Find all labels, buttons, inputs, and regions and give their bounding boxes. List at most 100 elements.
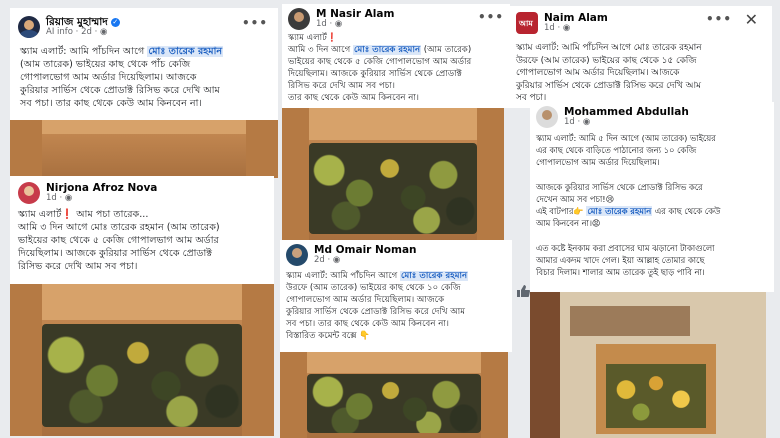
post-text-line: স্ক্যাম এলার্ট❗ আম পচা তারেক... <box>18 208 274 221</box>
post-header: রিয়াজ মুহাম্মাদ ✓ AI info · 2d · ◉ <box>18 16 120 38</box>
post-card-5: আম Naim Alam 1d · ◉ ••• ✕ স্ক্যাম এলার্ট… <box>510 6 772 108</box>
post-text: স্ক্যাম এলার্ট: আমি পাঁচদিন আগে মোঃ তারে… <box>286 270 512 342</box>
avatar[interactable] <box>286 244 308 266</box>
avatar[interactable] <box>536 106 558 128</box>
text-segment: কুরিয়ার সার্ভিস থেকে প্রোডাক্ট রিসিভ কর… <box>516 80 701 91</box>
mention-link[interactable]: মোঃ তারেক রহমান <box>352 45 422 55</box>
post-text: স্ক্যাম এলার্ট: আমি পাঁচদিন আগে মোঃ তারে… <box>516 42 772 105</box>
globe-icon: ◉ <box>582 117 591 128</box>
globe-icon: ◉ <box>562 23 571 34</box>
text-segment: আমি ৩ দিন আগে মোঃ তারেক রহমান (আম তারেক) <box>18 222 220 233</box>
post-text-line: দিয়েছিলাম। আজকে কুরিয়ার সার্ভিস থেকে প… <box>288 68 510 80</box>
post-text-line: উরফে (আম তারেক) ভাইয়ের কাছ থেকে ১০ কেজি <box>286 282 512 294</box>
post-text-line: ভাইয়ের কাছ থেকে ৫ কেজি গোপালভোগ আম অর্ড… <box>288 56 510 68</box>
post-source[interactable]: AI info <box>46 27 73 37</box>
text-segment: গোপালভোগ আম অর্ডার দিয়েছিলাম। আজকে <box>286 295 445 305</box>
avatar[interactable] <box>18 16 40 38</box>
text-segment: (আম তারেক) ভাইয়ের কাছ থেকে পাঁচ কেজি <box>20 59 191 70</box>
post-text: স্ক্যাম এলার্ট❗ আম পচা তারেক... আমি ৩ দিন… <box>18 208 274 273</box>
post-text-line: স্ক্যাম এলার্ট: আমি পাঁচদিন আগে মোঃ তারে… <box>20 45 276 58</box>
text-segment: স্ক্যাম এলার্ট❗ আম পচা তারেক... <box>18 209 149 220</box>
mention-link[interactable]: মোঃ তারেক রহমান <box>400 271 469 281</box>
text-segment: গোপালভোগ আম অর্ডার দিয়েছিলাম। আজকে <box>20 72 197 83</box>
post-text-line: এত কষ্টে ইনকাম করা প্রবাসের ঘাম ঝড়ানো ট… <box>536 242 774 254</box>
post-text-line: বিস্তারিত কমেন্ট বক্সে 👇 <box>286 330 512 342</box>
text-segment: গোপালভোগ আম অর্ডার দিয়েছিলাম। <box>536 157 660 168</box>
post-text-line: আম কিনবেন না।😡 <box>536 217 774 229</box>
more-options-button[interactable]: ••• <box>706 12 732 26</box>
text-segment: উরফে (আম তারেক) ভাইয়ের কাছ থেকে ১০ কেজি <box>286 283 461 293</box>
text-segment: সব পচা। তার কাছ থেকে কেউ আম কিনবেন না। <box>20 98 202 109</box>
avatar[interactable] <box>18 182 40 204</box>
post-time[interactable]: 1d <box>544 23 555 33</box>
post-header: Md Omair Noman 2d · ◉ <box>286 244 417 266</box>
post-text-line: (আম তারেক) ভাইয়ের কাছ থেকে পাঁচ কেজি <box>20 58 276 71</box>
text-segment: স্ক্যাম এলার্ট: আমি ৫ দিন আগে (আম তারেক)… <box>536 133 716 143</box>
post-text: স্ক্যাম এলার্ট: আমি ৫ দিন আগে (আম তারেক)… <box>536 132 774 278</box>
post-text-line: রিসিভ করে দেখি আম সব পচা। <box>18 260 274 273</box>
text-segment: আম কিনবেন না।😡 <box>536 218 601 229</box>
text-segment: রিসিভ করে দেখি আম সব পচা। <box>288 81 395 91</box>
text-segment: এই বাটপার👉 <box>536 206 587 217</box>
post-time[interactable]: 1d <box>46 193 57 203</box>
post-text: স্ক্যাম এলার্ট❗ আমি ৩ দিন আগে মোঃ তারেক র… <box>288 32 510 104</box>
text-segment: ভাইয়ের কাছ থেকে ৫ কেজি গোপালভোগ আম অর্ড… <box>288 57 472 67</box>
post-text-line <box>536 230 774 242</box>
more-options-button[interactable]: ••• <box>478 10 504 24</box>
text-segment: এত কষ্টে ইনকাম করা প্রবাসের ঘাম ঝড়ানো ট… <box>536 242 715 253</box>
post-text-line: স্ক্যাম এলার্ট: আমি পাঁচদিন আগে মোঃ তারে… <box>286 270 512 282</box>
text-segment: আমি ৩ দিন আগে <box>288 45 353 55</box>
globe-icon: ◉ <box>334 19 343 30</box>
post-time[interactable]: 2d <box>314 255 325 265</box>
post-time[interactable]: 2d <box>81 27 92 37</box>
text-segment: আমার একদম খাদে গেল। ইয়া আল্লাহ তোমার কা… <box>536 255 705 266</box>
close-icon[interactable]: ✕ <box>745 10 758 29</box>
avatar[interactable]: আম <box>516 12 538 34</box>
post-text-line: গোপালভোগ আম অর্ডার দিয়েছিলাম। আজকে <box>20 71 276 84</box>
post-photo[interactable] <box>280 352 508 438</box>
post-time[interactable]: 1d <box>564 117 575 127</box>
post-text-line: আমি ৩ দিন আগে মোঃ তারেক রহমান (আম তারেক) <box>288 44 510 56</box>
mention-link[interactable]: মোঃ তারেক রহমান <box>147 46 224 57</box>
post-text-line: স্ক্যাম এলার্ট: আমি ৫ দিন আগে (আম তারেক)… <box>536 132 774 144</box>
text-segment: তার কাছ থেকে কেউ আম কিনবেন না। <box>288 93 419 103</box>
text-segment: দেখেন আম সব পচা!😢 <box>536 194 615 205</box>
post-time[interactable]: 1d <box>316 19 327 29</box>
text-segment: সব পচা। তার কাছ থেকে কেউ আম কিনবেন না। <box>286 319 449 329</box>
post-text-line: স্ক্যাম এলার্ট: আমি পাঁচদিন আগে মোঃ তারে… <box>516 42 772 55</box>
globe-icon: ◉ <box>64 193 73 204</box>
post-text-line: ভাইয়ের কাছ থেকে ৫ কেজি গোপালভাগ আম অর্ড… <box>18 234 274 247</box>
post-card-4: Md Omair Noman 2d · ◉ স্ক্যাম এলার্ট: আম… <box>280 240 512 352</box>
post-text-line: সব পচা। তার কাছ থেকে কেউ আম কিনবেন না। <box>286 318 512 330</box>
text-segment: কুরিয়ার সার্ভিস থেকে প্রোডাক্ট রিসিভ কর… <box>20 85 220 96</box>
post-card-1: রিয়াজ মুহাম্মাদ ✓ AI info · 2d · ◉ ••• স… <box>10 8 278 120</box>
post-text-line: গোপালভোগ আম অর্ডার দিয়েছিলাম। আজকে <box>286 294 512 306</box>
post-text-line <box>536 169 774 181</box>
text-segment: স্ক্যাম এলার্ট❗ <box>288 33 338 43</box>
post-text-line: গোপালভোগ আম অর্ডার দিয়েছিলাম। আজকে <box>516 67 772 80</box>
post-text-line: কুরিয়ার সার্ভিস থেকে প্রোডাক্ট রিসিভ কর… <box>516 80 772 93</box>
post-text-line: এর কাছ থেকে বাড়িতে পাঠানোর জন্য ১০ কেজি <box>536 144 774 156</box>
post-card-3: M Nasir Alam 1d · ◉ ••• স্ক্যাম এলার্ট❗ আ… <box>282 4 510 108</box>
post-card-6: Mohammed Abdullah 1d · ◉ স্ক্যাম এলার্ট:… <box>530 102 774 292</box>
post-text-line: সব পচা। তার কাছ থেকে কেউ আম কিনবেন না। <box>20 97 276 110</box>
post-text-line: দেখেন আম সব পচা!😢 <box>536 193 774 205</box>
post-header: M Nasir Alam 1d · ◉ <box>288 8 394 30</box>
like-thumb-icon[interactable] <box>516 284 530 298</box>
verified-badge-icon: ✓ <box>110 18 120 28</box>
post-photo[interactable] <box>282 108 504 242</box>
mention-link[interactable]: মোঃ তারেক রহমান <box>586 206 653 217</box>
more-options-button[interactable]: ••• <box>242 16 268 30</box>
post-photo[interactable] <box>530 292 766 438</box>
post-photo[interactable] <box>10 284 274 436</box>
post-photo[interactable] <box>10 120 278 178</box>
text-segment: বিস্তারিত কমেন্ট বক্সে 👇 <box>286 331 370 341</box>
avatar[interactable] <box>288 8 310 30</box>
post-text-line: রিসিভ করে দেখি আম সব পচা। <box>288 80 510 92</box>
text-segment: গোপালভোগ আম অর্ডার দিয়েছিলাম। আজকে <box>516 68 680 78</box>
post-text-line: স্ক্যাম এলার্ট❗ <box>288 32 510 44</box>
post-header: Nirjona Afroz Nova 1d · ◉ <box>18 182 157 204</box>
text-segment: রিসিভ করে দেখি আম সব পচা। <box>18 261 138 272</box>
post-text-line: আমার একদম খাদে গেল। ইয়া আল্লাহ তোমার কা… <box>536 254 774 266</box>
post-text-line: দিয়েছিলাম। আজকে কুরিয়ার সার্ভিস থেকে প… <box>18 247 274 260</box>
